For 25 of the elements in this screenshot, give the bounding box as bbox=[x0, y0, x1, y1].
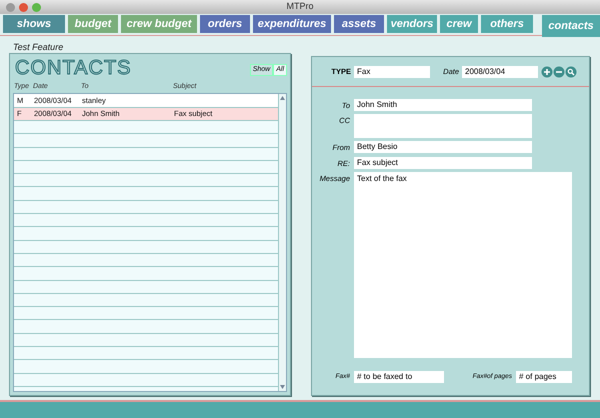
add-icon[interactable] bbox=[541, 66, 553, 78]
window-button-icon[interactable] bbox=[6, 2, 15, 12]
input-field[interactable]: Fax subject bbox=[354, 156, 532, 168]
message-field[interactable]: Text of the fax bbox=[354, 172, 572, 358]
search-icon[interactable] bbox=[565, 66, 577, 78]
close-icon[interactable] bbox=[19, 2, 28, 12]
tab[interactable]: assets bbox=[334, 15, 384, 33]
panel-title: CONTACTS bbox=[14, 58, 132, 78]
maximize-icon[interactable] bbox=[32, 2, 41, 12]
scroll-down-icon[interactable] bbox=[280, 385, 285, 389]
minus-icon[interactable] bbox=[553, 66, 565, 78]
tab[interactable]: shows bbox=[3, 15, 65, 33]
tab[interactable]: orders bbox=[200, 15, 250, 33]
scroll-bar[interactable] bbox=[278, 94, 286, 391]
input-field[interactable]: Betty Besio bbox=[354, 141, 532, 154]
input-field[interactable] bbox=[354, 114, 532, 138]
input-field[interactable]: John Smith bbox=[354, 99, 532, 111]
date-field[interactable]: 2008/03/04 bbox=[462, 66, 538, 78]
window-title: MTPro bbox=[286, 0, 314, 14]
fax-number-field[interactable]: # to be faxed to bbox=[354, 370, 444, 383]
section-title: Test Feature bbox=[13, 41, 64, 53]
scroll-up-icon[interactable] bbox=[280, 96, 285, 100]
pages-field[interactable]: # of pages bbox=[516, 370, 572, 383]
tab[interactable]: expenditures bbox=[253, 15, 331, 33]
type-field[interactable]: Fax bbox=[354, 66, 430, 78]
